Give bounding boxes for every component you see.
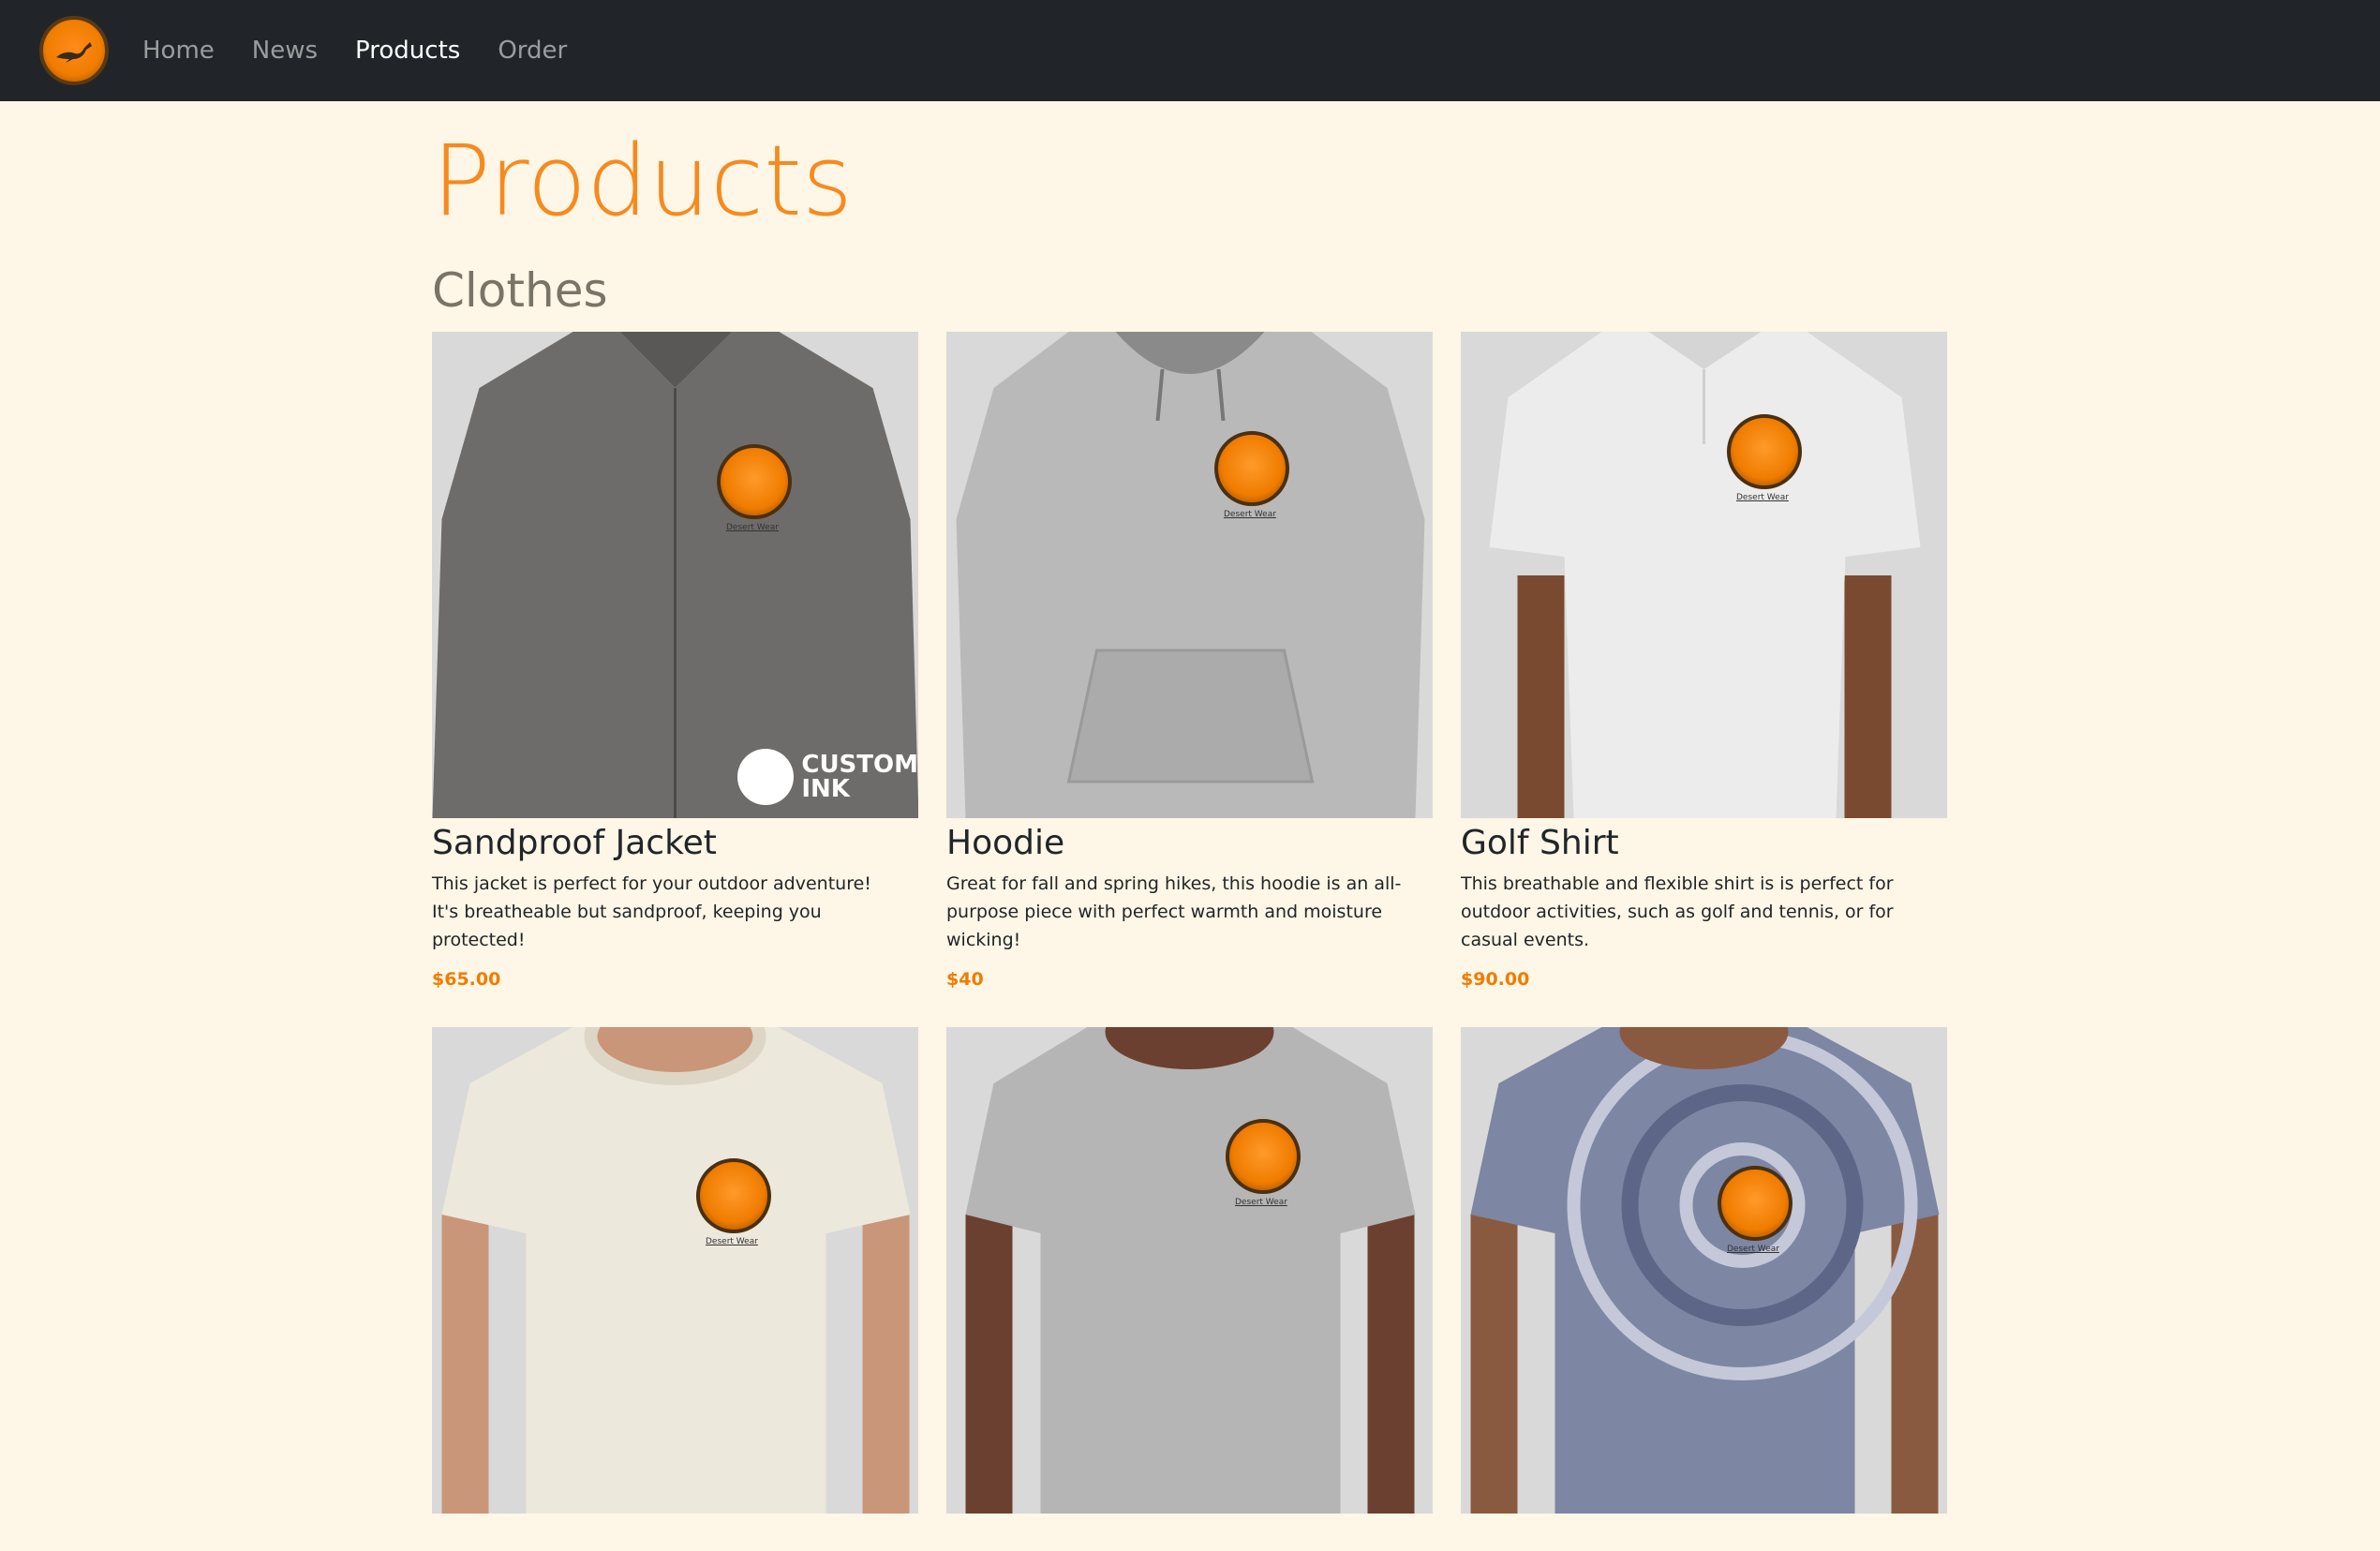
product-price: $40 xyxy=(946,969,984,991)
product-price: $90.00 xyxy=(1461,969,1530,991)
desert-wear-logo-icon xyxy=(717,444,792,520)
navbar: Home News Products Order xyxy=(0,0,2380,101)
product-description: This breathable and flexible shirt is is… xyxy=(1461,873,1894,951)
product-image[interactable]: Desert Wear xyxy=(946,1027,1433,1514)
desert-wear-logo-icon xyxy=(1226,1119,1301,1195)
desert-wear-logo-icon xyxy=(696,1158,771,1234)
product-name: Golf Shirt xyxy=(1461,824,1619,863)
nav-home[interactable]: Home xyxy=(142,37,215,65)
product-image[interactable]: Desert Wear xyxy=(946,332,1433,819)
tshirt-icon xyxy=(965,1027,1415,1514)
badge-text: Desert Wear xyxy=(726,523,779,533)
badge-text: Desert Wear xyxy=(1736,493,1789,503)
nav-products[interactable]: Products xyxy=(355,37,460,65)
product-card[interactable]: Desert Wear Hoodie Great for fall and sp… xyxy=(946,332,1433,990)
product-card[interactable]: Desert Wear xyxy=(946,1027,1433,1514)
badge-text: Desert Wear xyxy=(1224,510,1276,520)
desert-wear-logo-icon xyxy=(1718,1166,1792,1242)
nav-order[interactable]: Order xyxy=(498,37,567,65)
product-image[interactable]: Desert Wear xyxy=(432,1027,918,1514)
badge-text: Desert Wear xyxy=(1727,1245,1779,1255)
product-image[interactable]: Desert Wear xyxy=(1461,332,1947,819)
golf-shirt-icon xyxy=(1489,332,1920,819)
section-title: Clothes xyxy=(432,263,608,319)
roadrunner-icon xyxy=(56,42,92,63)
badge-text: Desert Wear xyxy=(1235,1198,1287,1208)
nav-news[interactable]: News xyxy=(252,37,318,65)
product-image[interactable]: Desert Wear xyxy=(1461,1027,1947,1514)
octopus-icon xyxy=(737,749,795,806)
product-card[interactable]: Desert Wear CUSTOM INK Sandproof Jacket T… xyxy=(432,332,918,990)
product-grid: Desert Wear CUSTOM INK Sandproof Jacket T… xyxy=(432,332,1950,1551)
product-description: This jacket is perfect for your outdoor … xyxy=(432,873,871,951)
watermark: CUSTOM INK xyxy=(737,749,918,806)
tshirt-icon xyxy=(441,1027,910,1514)
product-price: $65.00 xyxy=(432,969,501,991)
product-image[interactable]: Desert Wear CUSTOM INK xyxy=(432,332,918,819)
main-content: Products Clothes Desert Wear CUSTOM INK S… xyxy=(432,101,1950,1551)
product-card[interactable]: Desert Wear Golf Shirt This breathable a… xyxy=(1461,332,1947,990)
watermark-line2: INK xyxy=(801,775,850,804)
jacket-icon xyxy=(432,332,918,819)
product-name: Sandproof Jacket xyxy=(432,824,717,863)
badge-text: Desert Wear xyxy=(706,1237,758,1247)
hoodie-icon xyxy=(956,332,1424,819)
product-card[interactable]: Desert Wear xyxy=(1461,1027,1947,1514)
product-name: Hoodie xyxy=(946,824,1065,863)
product-card[interactable]: Desert Wear xyxy=(432,1027,918,1514)
page-title: Products xyxy=(432,124,854,238)
tie-dye-tshirt-icon xyxy=(1470,1027,1939,1514)
desert-wear-logo-icon xyxy=(1214,431,1289,507)
product-description: Great for fall and spring hikes, this ho… xyxy=(946,873,1402,951)
brand-logo[interactable] xyxy=(39,16,109,85)
desert-wear-logo-icon xyxy=(1727,414,1802,490)
